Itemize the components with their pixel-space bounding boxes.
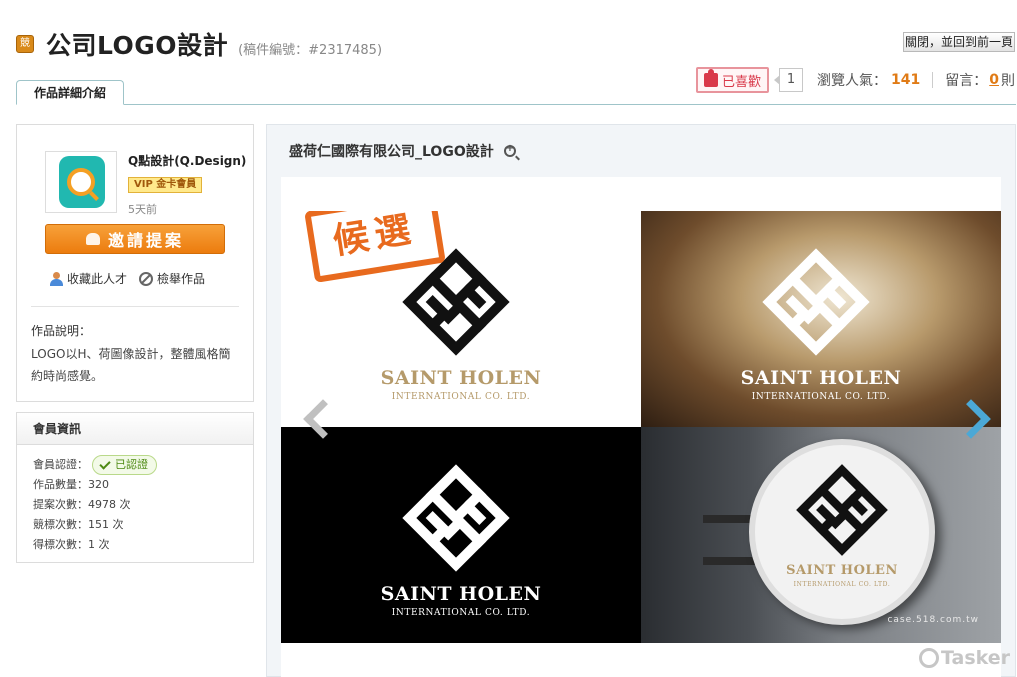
check-icon	[99, 457, 111, 470]
brand-name: SAINT HOLEN	[786, 563, 898, 578]
brand-block: SAINT HOLEN INTERNATIONAL CO. LTD.	[641, 367, 1001, 402]
brand-block: SAINT HOLEN INTERNATIONAL CO. LTD.	[281, 367, 641, 402]
tasker-logo-icon	[919, 648, 939, 668]
thumbs-up-icon	[704, 69, 718, 87]
report-work-label: 檢舉作品	[157, 272, 206, 286]
brand-name: SAINT HOLEN	[380, 367, 542, 389]
comments-label: 留言：	[945, 73, 988, 89]
tab-bar-line	[16, 104, 1016, 105]
brand-block: SAINT HOLEN INTERNATIONAL CO. LTD.	[281, 583, 641, 618]
brand-block: SAINT HOLEN INTERNATIONAL CO. LTD.	[755, 563, 929, 588]
avatar[interactable]	[45, 151, 117, 213]
invite-proposal-button[interactable]: 邀請提案	[45, 224, 225, 254]
work-detail-page: 競 公司LOGO設計 (稿件編號：#2317485) 關閉，並回到前一頁 已喜歡…	[0, 0, 1017, 677]
tasker-watermark: Tasker	[919, 647, 1010, 669]
designer-profile-card: Q點設計(Q.Design) VIP 金卡會員 5天前 邀請提案 收藏此人才 檢…	[16, 124, 254, 402]
verified-badge: 已認證	[92, 455, 157, 475]
tasker-watermark-text: Tasker	[941, 647, 1011, 669]
brand-subtitle: INTERNATIONAL CO. LTD.	[391, 392, 531, 402]
description-text: LOGO以H、荷圖像設計，整體風格簡約時尚感覺。	[31, 347, 231, 383]
logo-mockup-wood: SAINT HOLEN INTERNATIONAL CO. LTD.	[641, 211, 1001, 427]
info-row-proposals: 提案次數：4978 次	[33, 498, 131, 511]
description-title: 作品說明：	[31, 324, 92, 338]
page-title: 公司LOGO設計	[46, 31, 229, 60]
member-info-title: 會員資訊	[17, 413, 253, 445]
report-work-link[interactable]: 檢舉作品	[139, 270, 205, 287]
work-image[interactable]: SAINT HOLEN INTERNATIONAL CO. LTD. 候選 SA…	[281, 177, 1010, 677]
competition-badge-icon: 競	[16, 35, 34, 53]
cert-row: 會員認證： 已認證	[33, 455, 253, 475]
forbidden-icon	[139, 271, 154, 286]
work-display-panel: 盛荷仁國際有限公司_LOGO設計 SAINT HOLEN INTE	[266, 124, 1016, 677]
brand-name: SAINT HOLEN	[740, 367, 902, 389]
sign-bracket	[703, 557, 757, 565]
like-button[interactable]: 已喜歡	[696, 67, 770, 93]
case-number: (稿件編號：#2317485)	[238, 42, 383, 58]
views-label: 瀏覽人氣：	[817, 73, 888, 89]
verified-label: 已認證	[115, 458, 148, 471]
like-label: 已喜歡	[722, 74, 762, 90]
views-count: 141	[891, 72, 921, 88]
logo-mockup-sign: SAINT HOLEN INTERNATIONAL CO. LTD. case.…	[641, 427, 1001, 643]
comments-count-link[interactable]: 0	[989, 72, 999, 88]
stats-divider	[932, 72, 934, 88]
designer-name[interactable]: Q點設計(Q.Design)	[128, 152, 246, 169]
work-title: 盛荷仁國際有限公司_LOGO設計	[289, 141, 516, 161]
info-row-works: 作品數量：320	[33, 478, 109, 491]
info-row-bids: 競標次數：151 次	[33, 518, 124, 531]
info-row-wins: 得標次數：1 次	[33, 538, 110, 551]
work-title-text: 盛荷仁國際有限公司_LOGO設計	[289, 144, 494, 160]
brand-name: SAINT HOLEN	[380, 583, 542, 605]
q-design-logo-icon	[59, 156, 105, 208]
logo-mockup-white: SAINT HOLEN INTERNATIONAL CO. LTD. 候選	[281, 211, 641, 427]
logo-mark	[762, 248, 870, 356]
tab-work-details[interactable]: 作品詳細介紹	[16, 80, 124, 105]
cert-label: 會員認證：	[33, 458, 88, 471]
invite-button-label: 邀請提案	[107, 231, 184, 250]
vip-badge: VIP 金卡會員	[128, 177, 203, 193]
invite-icon	[85, 233, 100, 245]
logo-mark	[796, 464, 888, 556]
stats-bar: 已喜歡 1 瀏覽人氣： 141 留言： 0 則	[696, 67, 1015, 93]
round-sign: SAINT HOLEN INTERNATIONAL CO. LTD.	[749, 439, 935, 625]
logo-mockup-black: SAINT HOLEN INTERNATIONAL CO. LTD.	[281, 427, 641, 643]
site-watermark: case.518.com.tw	[887, 615, 979, 625]
collect-talent-link[interactable]: 收藏此人才	[49, 270, 127, 287]
member-info-card: 會員資訊 會員認證： 已認證 作品數量：320 提案次數：4978 次 競標次數…	[16, 412, 254, 563]
brand-subtitle: INTERNATIONAL CO. LTD.	[751, 392, 891, 402]
title-row: 競 公司LOGO設計 (稿件編號：#2317485)	[16, 28, 382, 60]
brand-subtitle: INTERNATIONAL CO. LTD.	[391, 608, 531, 618]
member-info-list: 會員認證： 已認證 作品數量：320 提案次數：4978 次 競標次數：151 …	[17, 445, 253, 555]
logo-mark	[402, 464, 510, 572]
comments-unit: 則	[1001, 73, 1015, 89]
like-count: 1	[774, 68, 804, 92]
zoom-in-icon[interactable]	[503, 143, 516, 157]
divider	[31, 306, 239, 307]
person-icon	[49, 271, 63, 286]
close-and-back-button[interactable]: 關閉，並回到前一頁	[903, 32, 1015, 52]
brand-subtitle: INTERNATIONAL CO. LTD.	[793, 581, 891, 588]
profile-actions: 收藏此人才 檢舉作品	[49, 270, 217, 287]
collect-talent-label: 收藏此人才	[67, 272, 128, 286]
posted-time: 5天前	[128, 203, 157, 216]
